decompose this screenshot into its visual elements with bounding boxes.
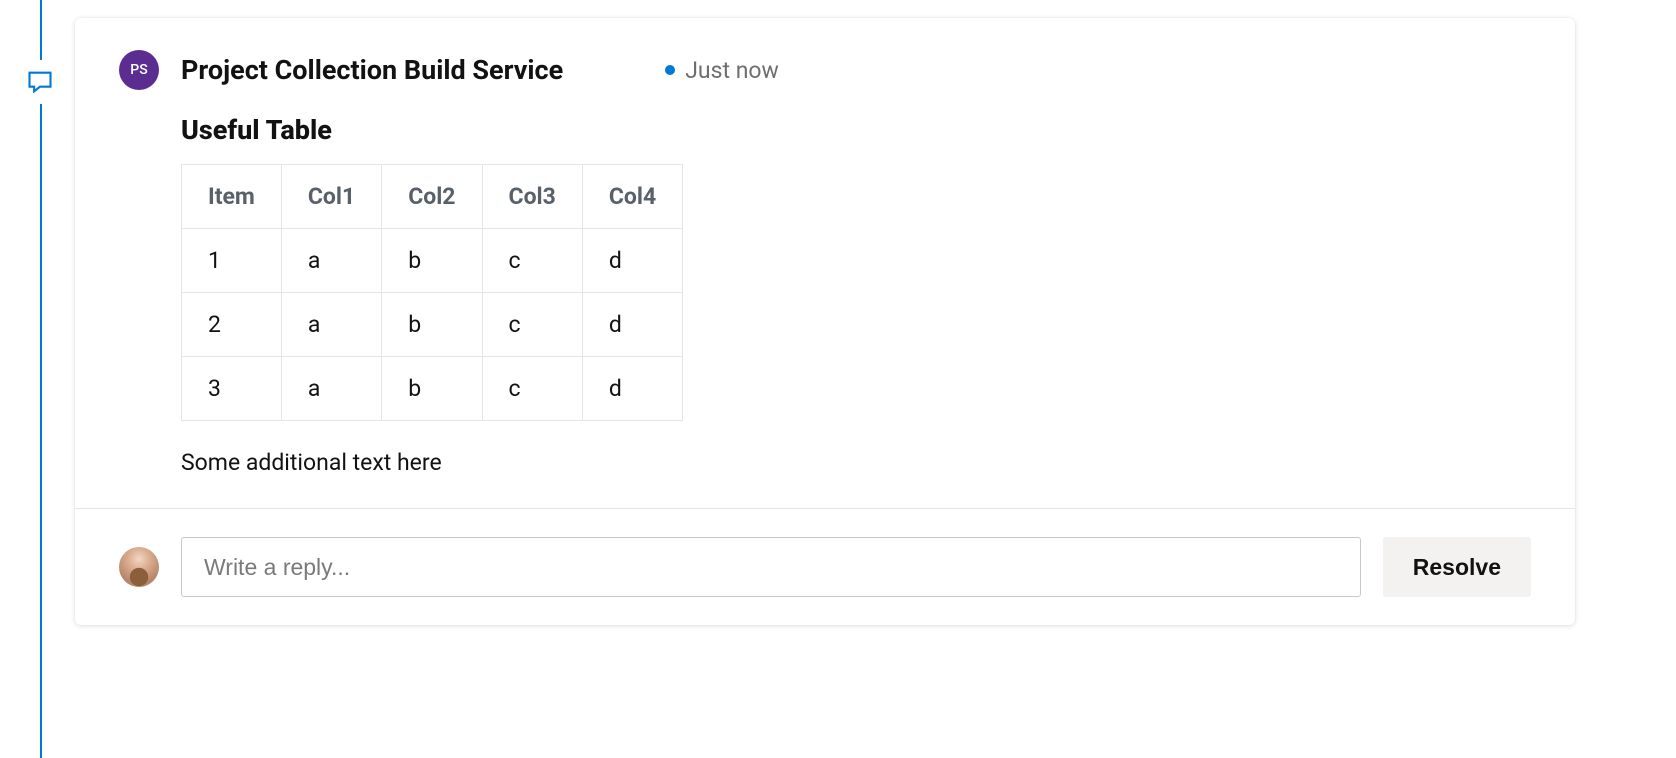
table-header: Col1 bbox=[281, 165, 381, 229]
comment-content: Useful Table Item Col1 Col2 Col3 Col4 1 … bbox=[119, 114, 1531, 476]
comment-card: PS Project Collection Build Service Just… bbox=[75, 18, 1575, 625]
current-user-avatar[interactable] bbox=[119, 547, 159, 587]
table-cell: 1 bbox=[182, 229, 282, 293]
table-header-row: Item Col1 Col2 Col3 Col4 bbox=[182, 165, 683, 229]
timestamp: Just now bbox=[685, 57, 779, 84]
comment-body: PS Project Collection Build Service Just… bbox=[75, 18, 1575, 508]
comment-header: PS Project Collection Build Service Just… bbox=[119, 50, 1531, 90]
avatar[interactable]: PS bbox=[119, 50, 159, 90]
table-cell: d bbox=[582, 293, 682, 357]
data-table: Item Col1 Col2 Col3 Col4 1 a b c d bbox=[181, 164, 683, 421]
table-cell: c bbox=[482, 357, 582, 421]
table-row: 3 a b c d bbox=[182, 357, 683, 421]
comment-additional-text: Some additional text here bbox=[181, 449, 1531, 476]
table-row: 1 a b c d bbox=[182, 229, 683, 293]
table-cell: a bbox=[281, 293, 381, 357]
new-indicator-dot-icon bbox=[665, 65, 675, 75]
table-header: Item bbox=[182, 165, 282, 229]
table-cell: 3 bbox=[182, 357, 282, 421]
table-cell: b bbox=[382, 229, 482, 293]
thread-line bbox=[40, 0, 42, 758]
comment-thread-icon bbox=[18, 60, 62, 104]
table-header: Col4 bbox=[582, 165, 682, 229]
speech-bubble-icon bbox=[26, 68, 54, 96]
table-cell: a bbox=[281, 357, 381, 421]
author-name[interactable]: Project Collection Build Service bbox=[181, 54, 563, 86]
table-cell: c bbox=[482, 229, 582, 293]
table-header: Col2 bbox=[382, 165, 482, 229]
table-cell: b bbox=[382, 293, 482, 357]
timestamp-group: Just now bbox=[665, 57, 779, 84]
table-header: Col3 bbox=[482, 165, 582, 229]
comment-title: Useful Table bbox=[181, 114, 1531, 146]
table-cell: d bbox=[582, 229, 682, 293]
table-cell: d bbox=[582, 357, 682, 421]
table-cell: b bbox=[382, 357, 482, 421]
resolve-button[interactable]: Resolve bbox=[1383, 537, 1531, 597]
table-cell: a bbox=[281, 229, 381, 293]
reply-bar: Resolve bbox=[75, 508, 1575, 625]
table-cell: 2 bbox=[182, 293, 282, 357]
reply-input[interactable] bbox=[181, 537, 1361, 597]
table-cell: c bbox=[482, 293, 582, 357]
table-row: 2 a b c d bbox=[182, 293, 683, 357]
